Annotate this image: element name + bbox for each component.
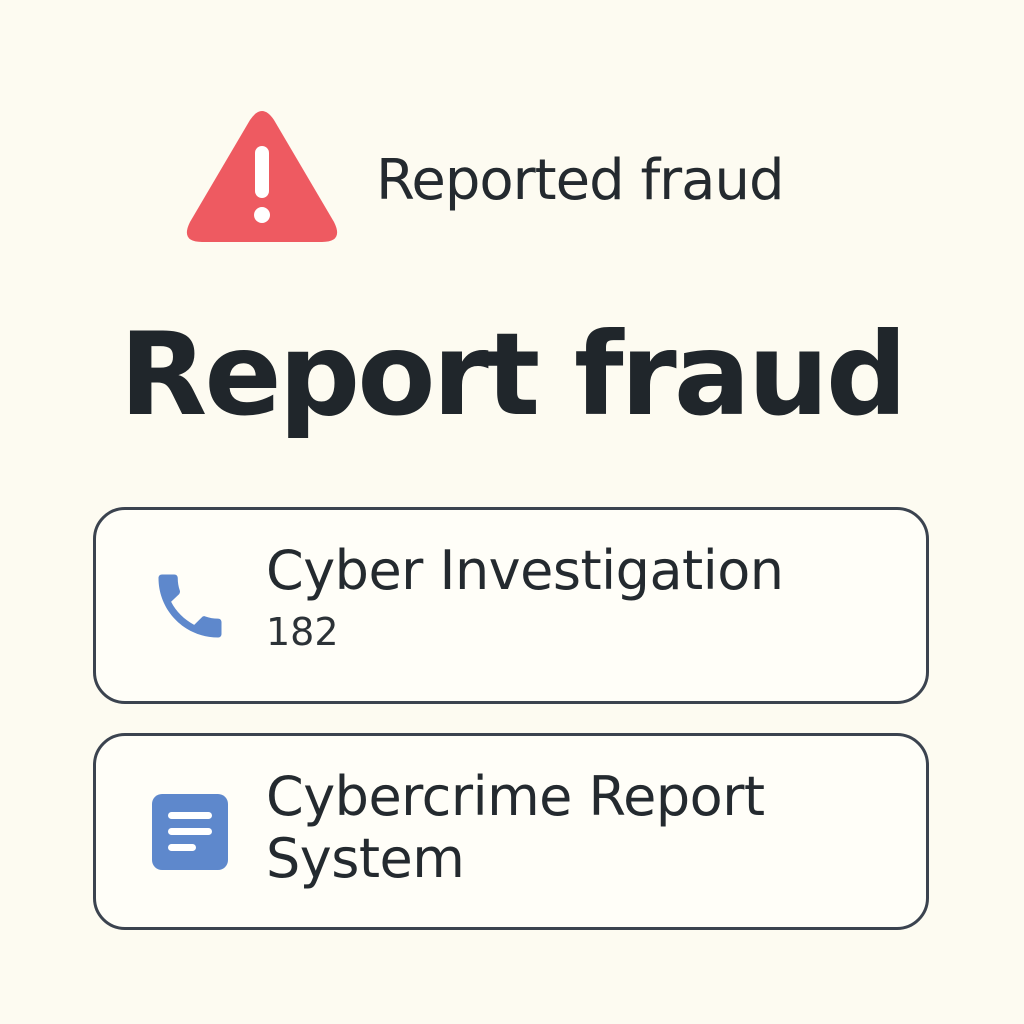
report-fraud-screen: Reported fraud Report fraud Cyber Invest… (0, 0, 1024, 1024)
warning-triangle-icon (186, 111, 338, 242)
cybercrime-report-system-card[interactable]: Cybercrime Report System (93, 733, 929, 930)
cybercrime-report-title-line2: System (266, 827, 465, 890)
reported-fraud-banner: Reported fraud (186, 108, 785, 246)
phone-icon (158, 574, 222, 637)
document-icon (152, 793, 228, 870)
cyber-investigation-title: Cyber Investigation (266, 539, 784, 602)
page-title: Report fraud (119, 308, 908, 441)
cyber-investigation-card[interactable]: Cyber Investigation 182 (93, 507, 929, 704)
cybercrime-report-title-line1: Cybercrime Report (266, 765, 765, 828)
cyber-investigation-number: 182 (266, 610, 339, 654)
reported-fraud-label: Reported fraud (376, 147, 785, 213)
